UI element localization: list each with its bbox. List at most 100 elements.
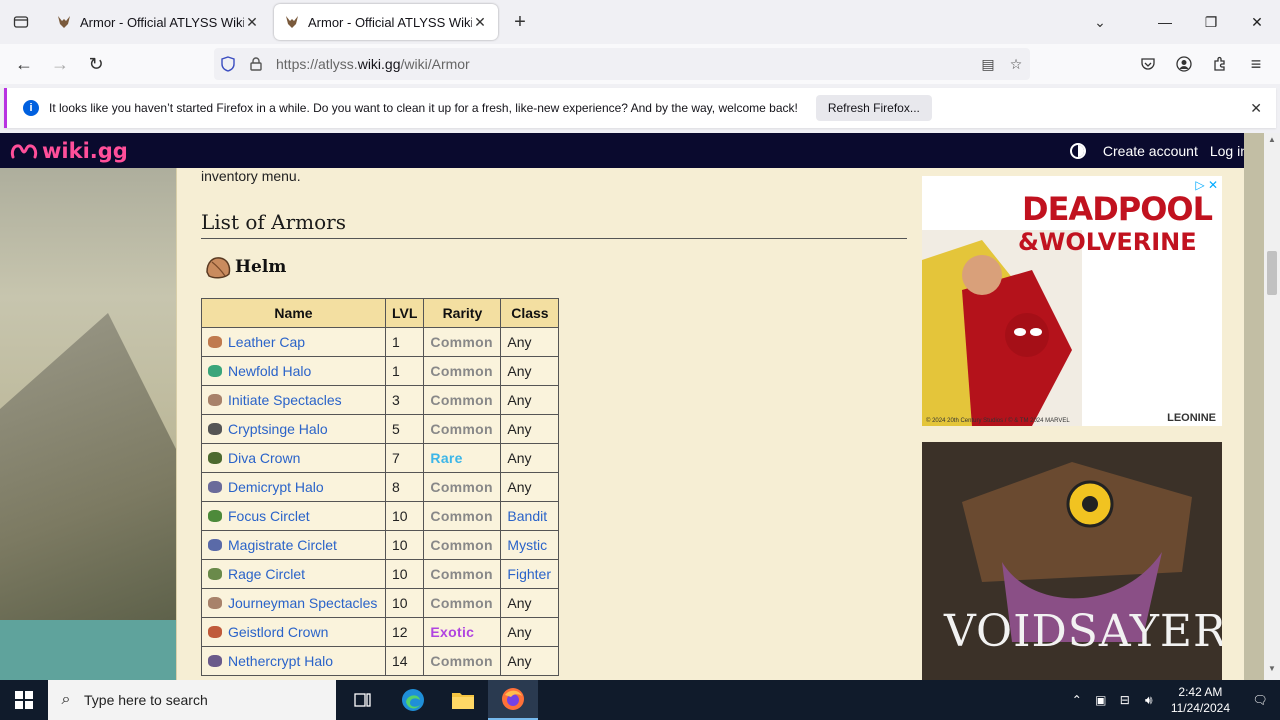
- device-icon[interactable]: ▣: [1089, 693, 1113, 707]
- windows-start-icon[interactable]: [0, 680, 48, 720]
- tab-title: Armor - Official ATLYSS Wiki: [308, 14, 472, 30]
- minimize-window-icon[interactable]: —: [1142, 0, 1188, 44]
- theme-toggle-icon[interactable]: [1069, 142, 1087, 160]
- show-hidden-icons-icon[interactable]: ⌃: [1065, 693, 1089, 707]
- refresh-firefox-button[interactable]: Refresh Firefox...: [815, 95, 932, 121]
- tab-close-icon[interactable]: ✕: [472, 14, 488, 31]
- action-center-icon[interactable]: 🗨︎: [1240, 693, 1280, 707]
- back-arrow-icon[interactable]: ←: [6, 48, 42, 80]
- column-header-class[interactable]: Class: [500, 298, 560, 328]
- tab-close-icon[interactable]: ✕: [244, 14, 260, 31]
- clock-time: 2:42 AM: [1178, 685, 1223, 699]
- browser-tab-active[interactable]: Armor - Official ATLYSS Wiki ✕: [274, 4, 498, 40]
- advertisement-voidsayer[interactable]: VOIDSAYER: [922, 442, 1222, 680]
- armor-level-cell: 10: [384, 501, 425, 531]
- menu-hamburger-icon[interactable]: ≡: [1238, 48, 1274, 80]
- create-account-link[interactable]: Create account: [1103, 143, 1198, 159]
- firefox-view-icon[interactable]: [0, 0, 42, 44]
- atlyss-favicon-icon: [286, 16, 298, 28]
- browser-tab[interactable]: Armor - Official ATLYSS Wiki ✕: [46, 4, 270, 40]
- scroll-up-arrow-icon[interactable]: ▲: [1264, 135, 1280, 149]
- armor-name-cell: Leather Cap: [201, 327, 386, 357]
- armor-class-cell: Any: [500, 617, 560, 647]
- table-header-row: Name LVL Rarity Class: [201, 298, 560, 328]
- armor-name-link[interactable]: Magistrate Circlet: [228, 537, 337, 553]
- new-tab-button[interactable]: +: [502, 4, 538, 40]
- edge-browser-icon[interactable]: [388, 680, 438, 720]
- armor-class-cell: Any: [500, 472, 560, 502]
- armor-name-link[interactable]: Nethercrypt Halo: [228, 653, 333, 669]
- armor-class-cell: Bandit: [500, 501, 560, 531]
- armor-rarity-cell: Common: [423, 356, 502, 386]
- armor-item-icon: [208, 452, 222, 464]
- info-icon: i: [23, 100, 39, 116]
- armor-class-cell: Fighter: [500, 559, 560, 589]
- volume-icon[interactable]: 🔊︎: [1137, 693, 1161, 708]
- armor-name-link[interactable]: Initiate Spectacles: [228, 392, 342, 408]
- extensions-icon[interactable]: [1202, 48, 1238, 80]
- background-water: [0, 620, 180, 680]
- armor-item-icon: [208, 423, 222, 435]
- address-bar[interactable]: https://atlyss.wiki.gg/wiki/Armor ▤ ☆: [214, 48, 1030, 80]
- armor-name-link[interactable]: Journeyman Spectacles: [228, 595, 377, 611]
- armor-item-icon: [208, 655, 222, 667]
- tracking-protection-shield-icon[interactable]: [214, 56, 242, 72]
- pocket-icon[interactable]: [1130, 48, 1166, 80]
- close-window-icon[interactable]: ✕: [1234, 0, 1280, 44]
- table-row: Nethercrypt Halo 14 Common Any: [201, 646, 560, 676]
- column-header-rarity[interactable]: Rarity: [423, 298, 502, 328]
- lock-icon[interactable]: [242, 57, 270, 71]
- list-all-tabs-icon[interactable]: ⌄: [1080, 14, 1120, 31]
- armor-item-icon: [208, 394, 222, 406]
- reader-view-icon[interactable]: ▤: [974, 56, 1002, 73]
- armor-name-link[interactable]: Leather Cap: [228, 334, 305, 350]
- armor-rarity-cell: Exotic: [423, 617, 502, 647]
- ad-brand: LEONINE: [1167, 412, 1216, 424]
- armor-name-cell: Magistrate Circlet: [201, 530, 386, 560]
- log-in-link[interactable]: Log in: [1210, 143, 1248, 159]
- taskbar-clock[interactable]: 2:42 AM 11/24/2024: [1171, 684, 1230, 716]
- armor-name-link[interactable]: Diva Crown: [228, 450, 300, 466]
- armor-name-link[interactable]: Newfold Halo: [228, 363, 311, 379]
- armor-name-link[interactable]: Geistlord Crown: [228, 624, 328, 640]
- notification-close-icon[interactable]: ✕: [1250, 100, 1262, 117]
- restore-window-icon[interactable]: ❐: [1188, 0, 1234, 44]
- armor-class-cell: Mystic: [500, 530, 560, 560]
- column-header-name[interactable]: Name: [201, 298, 386, 328]
- windows-taskbar: ⌕ Type here to search ⌃ ▣ ⊟ 🔊︎ 2:42 AM 1…: [0, 680, 1280, 720]
- armor-name-cell: Journeyman Spectacles: [201, 588, 386, 618]
- armor-name-cell: Geistlord Crown: [201, 617, 386, 647]
- firefox-taskbar-icon[interactable]: [488, 680, 538, 720]
- reload-icon[interactable]: ↻: [78, 48, 114, 80]
- wiki-gg-logo-icon: [10, 143, 38, 158]
- armor-name-link[interactable]: Demicrypt Halo: [228, 479, 324, 495]
- forward-arrow-icon[interactable]: →: [42, 48, 78, 80]
- advertisement-deadpool[interactable]: ▷ ✕ DEADPOOL &WOLVERINE © 2024 20th Cent…: [922, 176, 1222, 426]
- armor-name-link[interactable]: Cryptsinge Halo: [228, 421, 328, 437]
- armor-name-link[interactable]: Rage Circlet: [228, 566, 305, 582]
- armor-rarity-cell: Common: [423, 559, 502, 589]
- ad-title-line1: DEADPOOL: [1022, 190, 1213, 228]
- armor-level-cell: 3: [384, 385, 425, 415]
- scroll-down-arrow-icon[interactable]: ▼: [1264, 664, 1280, 678]
- armor-class-link[interactable]: Mystic: [507, 537, 547, 553]
- background-mountain: [0, 313, 180, 633]
- network-icon[interactable]: ⊟: [1113, 693, 1137, 707]
- armor-name-link[interactable]: Focus Circlet: [228, 508, 310, 524]
- armor-rarity-cell: Common: [423, 530, 502, 560]
- armor-level-cell: 12: [384, 617, 425, 647]
- armor-class-link[interactable]: Fighter: [507, 566, 551, 582]
- ad-hero-illustration: [922, 230, 1082, 426]
- wiki-gg-logo[interactable]: wiki.gg: [10, 139, 128, 163]
- page-scrollbar[interactable]: ▲ ▼: [1264, 133, 1280, 680]
- account-icon[interactable]: [1166, 48, 1202, 80]
- armor-name-cell: Rage Circlet: [201, 559, 386, 589]
- scrollbar-thumb[interactable]: [1267, 251, 1277, 295]
- file-explorer-icon[interactable]: [438, 680, 488, 720]
- taskbar-search-box[interactable]: ⌕ Type here to search: [48, 680, 336, 720]
- bookmark-star-icon[interactable]: ☆: [1002, 56, 1030, 73]
- wiki-header: wiki.gg Create account Log in: [0, 133, 1264, 168]
- task-view-icon[interactable]: [338, 680, 388, 720]
- column-header-lvl[interactable]: LVL: [384, 298, 425, 328]
- armor-class-link[interactable]: Bandit: [507, 508, 547, 524]
